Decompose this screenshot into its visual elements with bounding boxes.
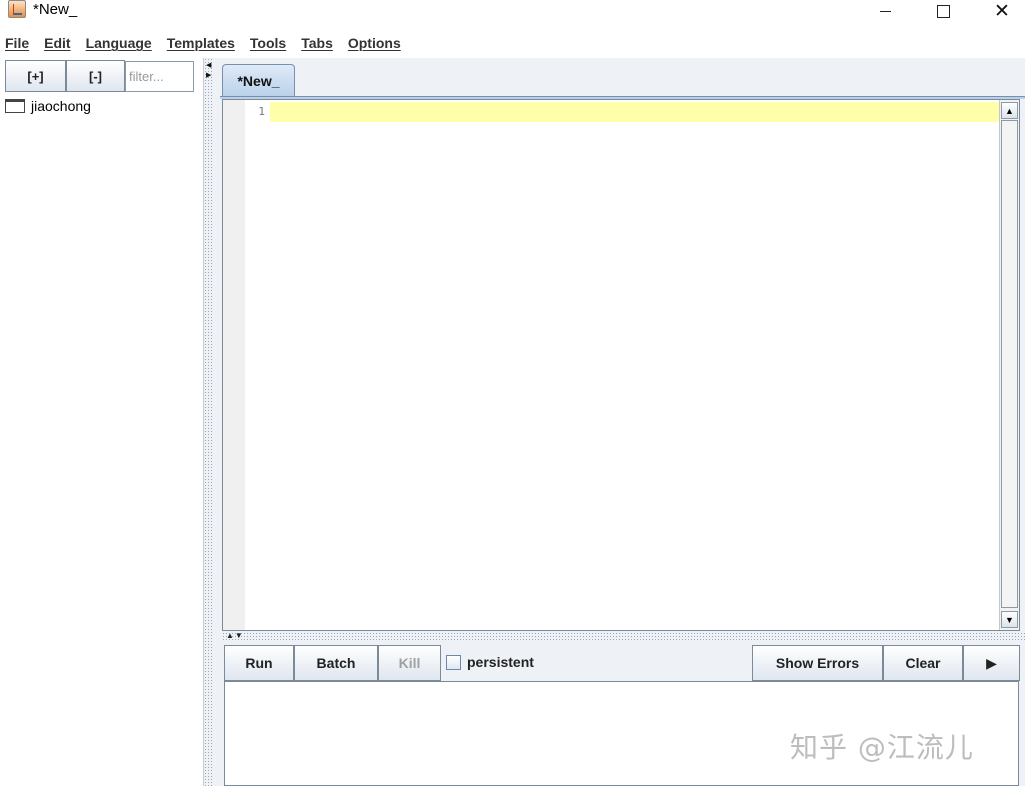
close-button[interactable]: ✕: [979, 0, 1025, 22]
kill-button[interactable]: Kill: [378, 645, 441, 681]
batch-button[interactable]: Batch: [294, 645, 378, 681]
persistent-checkbox[interactable]: persistent: [446, 654, 534, 670]
line-number: 1: [258, 105, 265, 118]
tree-item-jiaochong[interactable]: jiaochong: [5, 98, 91, 114]
file-tree-panel: [+] [-] jiaochong: [0, 58, 203, 786]
horizontal-splitter[interactable]: ▲▼: [222, 631, 1025, 642]
scrollbar-track[interactable]: [1001, 120, 1018, 608]
persistent-label: persistent: [467, 654, 534, 670]
scroll-up-icon[interactable]: ▲: [1001, 102, 1018, 119]
main-area: *New_ 1 ▲ ▼ ▲▼ Run Batch Kill persistent…: [214, 58, 1025, 786]
scroll-down-icon[interactable]: ▼: [1001, 611, 1018, 628]
tab-new[interactable]: *New_: [222, 64, 295, 97]
collapse-left-icon[interactable]: ◀: [206, 62, 211, 70]
menu-tools[interactable]: Tools: [250, 35, 286, 51]
filter-input[interactable]: [125, 61, 194, 92]
window-title: *New_: [33, 1, 78, 18]
menu-bar: File Edit Language Templates Tools Tabs …: [0, 30, 1025, 56]
watermark: 知乎 @江流儿: [790, 731, 974, 764]
line-number-gutter: 1: [223, 100, 269, 630]
splitter-arrows-icon[interactable]: ▲▼: [226, 631, 244, 640]
tree-item-label: jiaochong: [31, 98, 91, 114]
code-editor[interactable]: 1 ▲ ▼: [222, 99, 1020, 631]
console-toolbar: Run Batch Kill persistent Show Errors Cl…: [224, 645, 1020, 681]
folder-icon: [5, 99, 25, 113]
menu-file[interactable]: File: [5, 35, 29, 51]
vertical-splitter[interactable]: ◀ ▶: [203, 58, 214, 786]
clear-button[interactable]: Clear: [883, 645, 963, 681]
title-bar: *New_ ✕: [0, 0, 1025, 30]
maximize-button[interactable]: [920, 0, 966, 22]
current-line-highlight: [270, 102, 999, 122]
menu-language[interactable]: Language: [86, 35, 152, 51]
checkbox-box[interactable]: [446, 654, 461, 670]
expand-all-button[interactable]: [+]: [5, 60, 66, 92]
minimize-button[interactable]: [862, 0, 908, 22]
menu-options[interactable]: Options: [348, 35, 401, 51]
run-button[interactable]: Run: [224, 645, 294, 681]
menu-templates[interactable]: Templates: [167, 35, 235, 51]
play-icon[interactable]: ▶: [963, 645, 1020, 681]
menu-edit[interactable]: Edit: [44, 35, 70, 51]
expand-right-icon[interactable]: ▶: [206, 72, 211, 80]
show-errors-button[interactable]: Show Errors: [752, 645, 883, 681]
menu-tabs[interactable]: Tabs: [301, 35, 333, 51]
java-app-icon: [8, 0, 26, 18]
collapse-all-button[interactable]: [-]: [66, 60, 125, 92]
editor-vertical-scrollbar[interactable]: ▲ ▼: [999, 100, 1019, 630]
